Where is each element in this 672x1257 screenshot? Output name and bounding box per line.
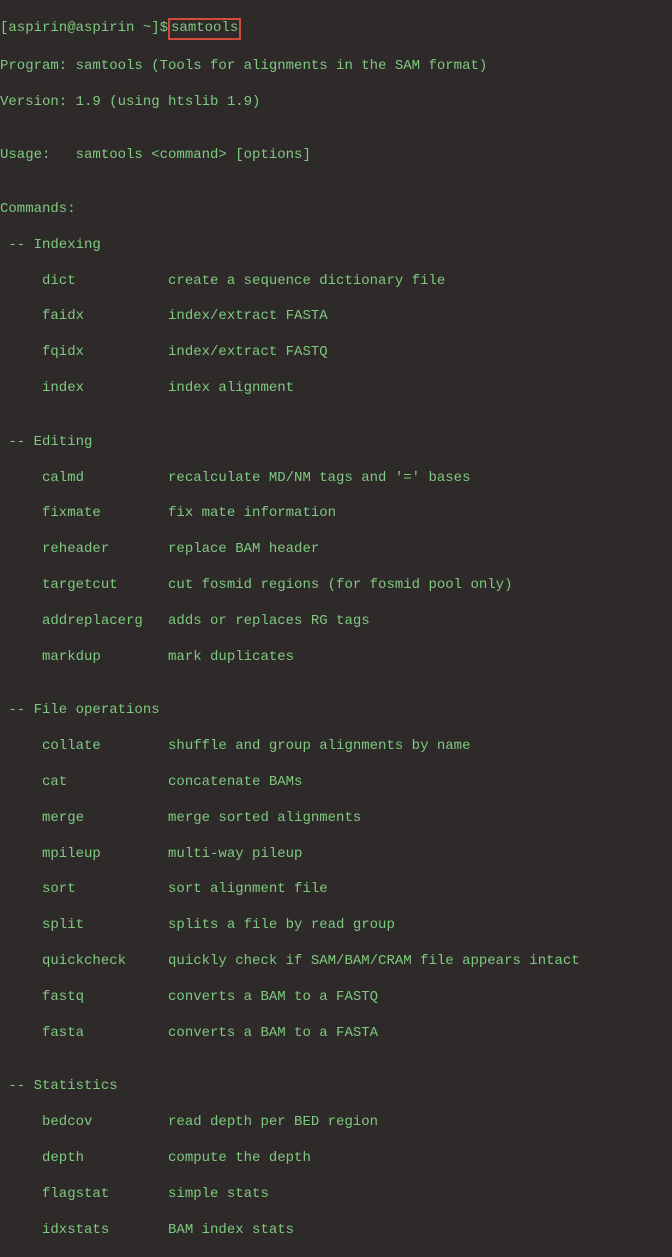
cmd-fastq: fastq converts a BAM to a FASTQ (0, 989, 672, 1007)
section-header-fileops: -- File operations (0, 702, 672, 720)
cmd-fixmate: fixmate fix mate information (0, 505, 672, 523)
cmd-fqidx: fqidx index/extract FASTQ (0, 344, 672, 362)
cmd-mpileup: mpileup multi-way pileup (0, 846, 672, 864)
cmd-merge: merge merge sorted alignments (0, 810, 672, 828)
cmd-markdup: markdup mark duplicates (0, 649, 672, 667)
cmd-bedcov: bedcov read depth per BED region (0, 1114, 672, 1132)
cmd-idxstats: idxstats BAM index stats (0, 1222, 672, 1240)
shell-prompt: [aspirin@aspirin ~]$ (0, 20, 168, 36)
commands-label: Commands: (0, 201, 672, 219)
cmd-sort: sort sort alignment file (0, 881, 672, 899)
cmd-dict: dict create a sequence dictionary file (0, 273, 672, 291)
cmd-cat: cat concatenate BAMs (0, 774, 672, 792)
section-header-statistics: -- Statistics (0, 1078, 672, 1096)
cmd-flagstat: flagstat simple stats (0, 1186, 672, 1204)
cmd-reheader: reheader replace BAM header (0, 541, 672, 559)
version-line: Version: 1.9 (using htslib 1.9) (0, 94, 672, 112)
usage-line: Usage: samtools <command> [options] (0, 147, 672, 165)
cmd-depth: depth compute the depth (0, 1150, 672, 1168)
command-highlight: samtools (168, 18, 241, 40)
cmd-index: index index alignment (0, 380, 672, 398)
cmd-collate: collate shuffle and group alignments by … (0, 738, 672, 756)
cmd-split: split splits a file by read group (0, 917, 672, 935)
program-line: Program: samtools (Tools for alignments … (0, 58, 672, 76)
cmd-addreplacerg: addreplacerg adds or replaces RG tags (0, 613, 672, 631)
cmd-targetcut: targetcut cut fosmid regions (for fosmid… (0, 577, 672, 595)
cmd-fasta: fasta converts a BAM to a FASTA (0, 1025, 672, 1043)
cmd-faidx: faidx index/extract FASTA (0, 308, 672, 326)
section-header-indexing: -- Indexing (0, 237, 672, 255)
cmd-calmd: calmd recalculate MD/NM tags and '=' bas… (0, 470, 672, 488)
cmd-quickcheck: quickcheck quickly check if SAM/BAM/CRAM… (0, 953, 672, 971)
section-header-editing: -- Editing (0, 434, 672, 452)
terminal-output: [aspirin@aspirin ~]$ samtools Program: s… (0, 0, 672, 1257)
